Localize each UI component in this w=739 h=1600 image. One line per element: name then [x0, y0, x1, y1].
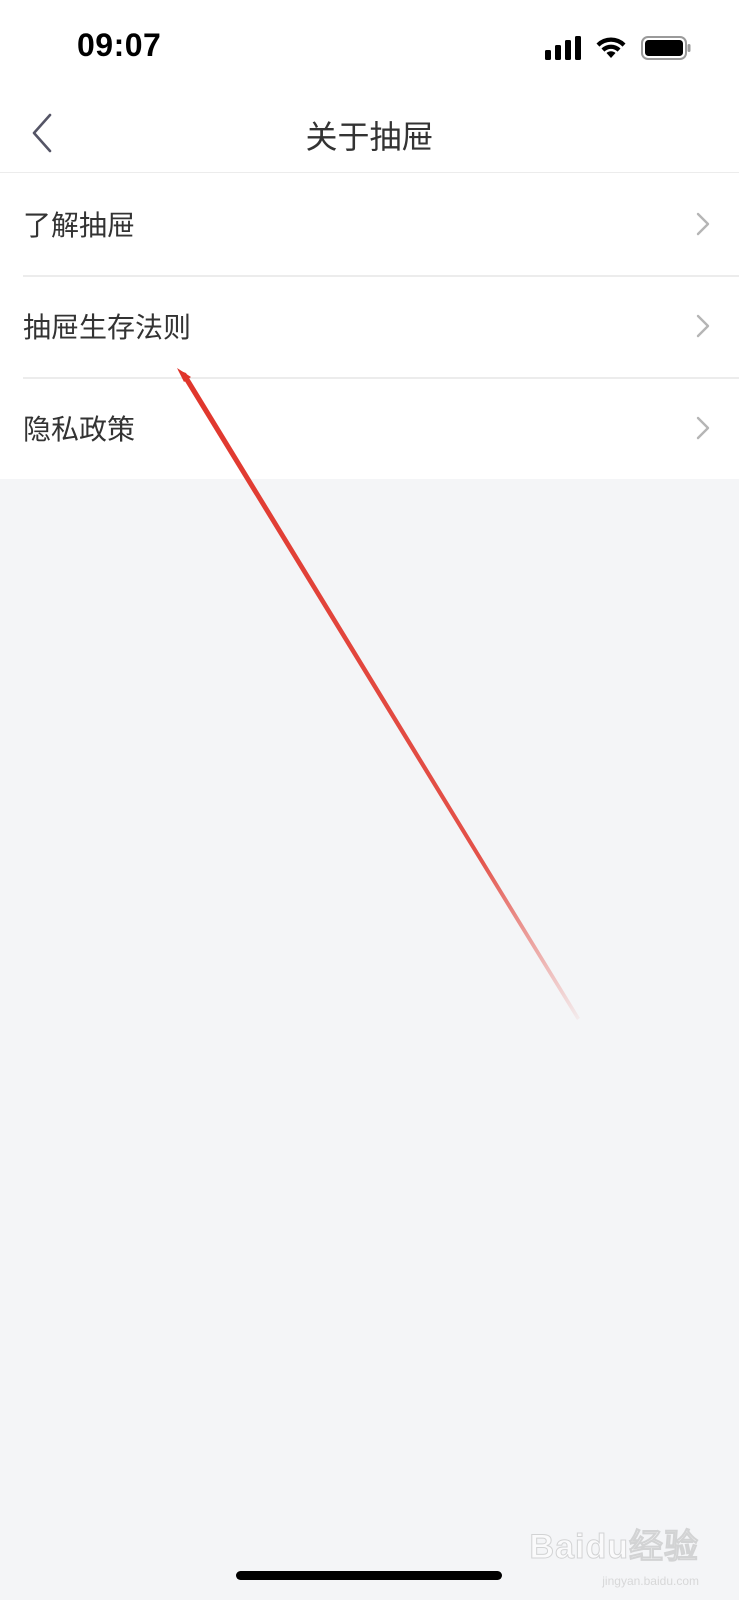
nav-bar: 关于抽屉 — [0, 96, 739, 173]
menu-item-label: 了解抽屉 — [23, 209, 136, 242]
menu-item-about[interactable]: 了解抽屉 — [0, 173, 739, 275]
watermark-subtext: jingyan.baidu.com — [602, 1574, 699, 1588]
signal-icon — [545, 36, 581, 60]
menu-list: 了解抽屉 抽屉生存法则 隐私政策 — [0, 173, 739, 479]
chevron-right-icon — [696, 416, 710, 440]
status-icons — [545, 34, 691, 62]
chevron-right-icon — [696, 314, 710, 338]
menu-item-privacy-policy[interactable]: 隐私政策 — [0, 377, 739, 479]
home-indicator[interactable] — [236, 1571, 502, 1580]
watermark: Baidu经验 jingyan.baidu.com — [529, 1519, 699, 1589]
menu-item-survival-rules[interactable]: 抽屉生存法则 — [0, 275, 739, 377]
menu-item-label: 隐私政策 — [23, 413, 136, 446]
wifi-icon — [596, 37, 626, 58]
chevron-right-icon — [696, 212, 710, 236]
watermark-text: Baidu经验 — [529, 1528, 699, 1567]
status-time: 09:07 — [77, 27, 162, 63]
menu-item-label: 抽屉生存法则 — [23, 311, 192, 344]
battery-icon — [641, 36, 691, 60]
page-title: 关于抽屉 — [305, 118, 434, 156]
status-bar: 09:07 — [0, 0, 739, 96]
screen: 09:07 关于抽屉 了解抽屉 抽屉生存法则 隐私政策 Baidu经验 jing… — [0, 0, 739, 1600]
